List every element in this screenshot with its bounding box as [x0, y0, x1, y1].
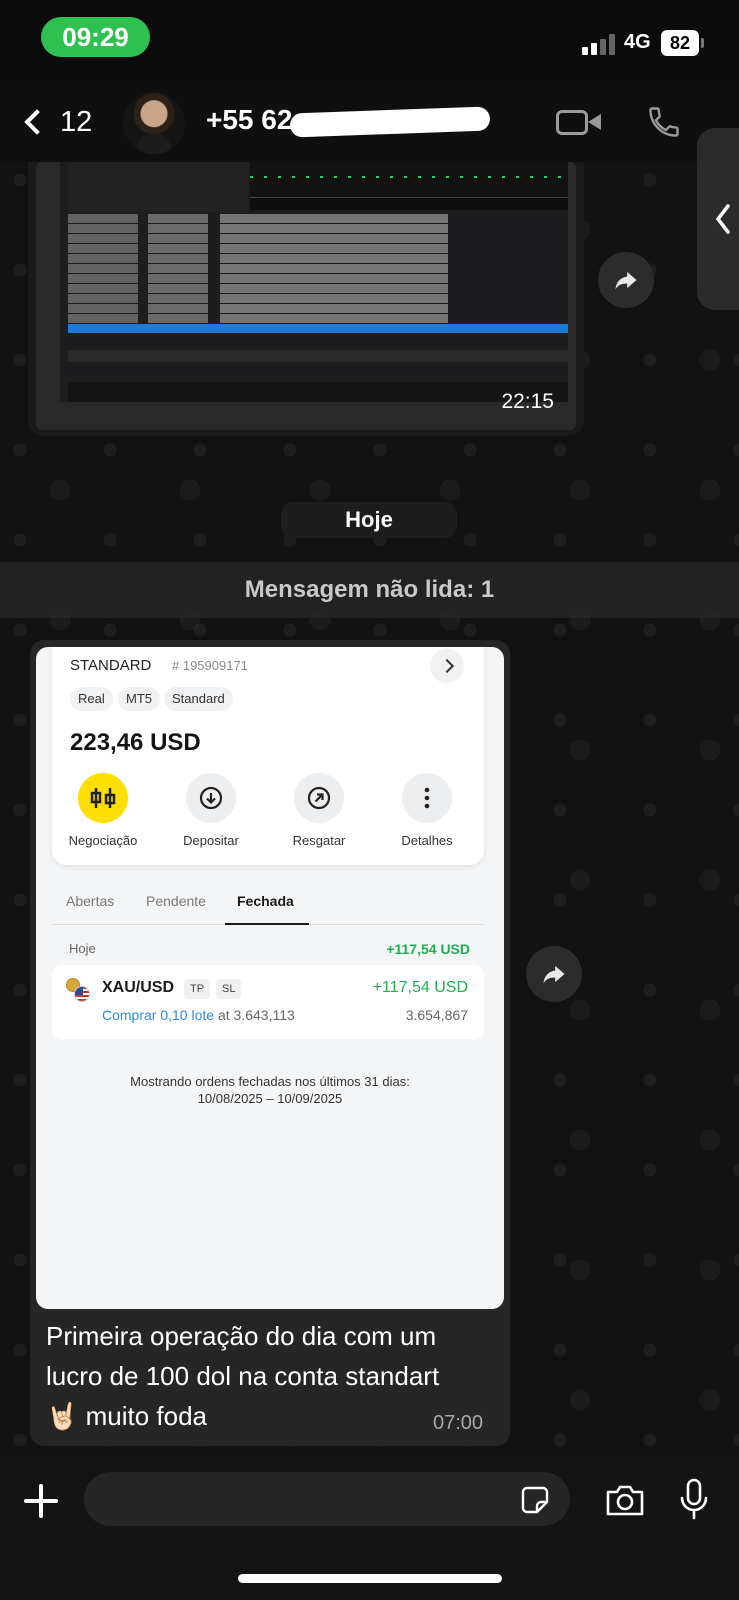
action-withdraw: Resgatar: [274, 773, 364, 848]
signal-icon: [582, 33, 618, 55]
footer-line-1: Mostrando ordens fechadas nos últimos 31…: [130, 1074, 410, 1089]
back-chevron-icon: [24, 109, 50, 135]
tab-pending: Pendente: [146, 893, 206, 909]
account-balance: 223,46 USD: [70, 729, 201, 756]
monitor-photo: [36, 162, 576, 430]
order-symbol: XAU/USD: [102, 979, 175, 996]
chip-tp: TP: [184, 979, 211, 999]
account-card: STANDARD # 195909171 Real MT5 Standard 2…: [52, 647, 484, 865]
action-deposit-label: Depositar: [183, 833, 239, 848]
photo-message[interactable]: 22:15: [28, 162, 584, 436]
candlestick-icon: [78, 773, 128, 823]
download-circle-icon: [186, 773, 236, 823]
gold-usd-flag-icon: [66, 978, 90, 1002]
more-vertical-icon: [402, 773, 452, 823]
arrow-up-right-icon: [294, 773, 344, 823]
sticker-icon[interactable]: [519, 1484, 551, 1516]
tab-open: Abertas: [66, 893, 115, 909]
trade-screenshot[interactable]: STANDARD # 195909171 Real MT5 Standard 2…: [36, 647, 504, 1309]
side-panel-handle[interactable]: [697, 128, 739, 310]
photo-timestamp: 22:15: [501, 390, 554, 413]
unread-count: 12: [60, 105, 93, 138]
group-total: +117,54 USD: [386, 941, 470, 957]
footer-line-2: 10/08/2025 – 10/09/2025: [197, 1091, 343, 1106]
order-side-text: Comprar 0,10 lote: [102, 1007, 215, 1023]
action-trade-label: Negociação: [68, 833, 138, 848]
battery-level: 82: [661, 30, 699, 56]
order-row: XAU/USD TP SL Comprar 0,10 lote at 3.643…: [52, 965, 484, 1039]
status-bar: 09:29 4G 82: [0, 0, 739, 80]
tag-mt5: MT5: [118, 687, 160, 711]
tag-standard: Standard: [164, 687, 233, 711]
order-tabs: Abertas Pendente Fechada: [52, 883, 484, 925]
video-call-icon[interactable]: [556, 107, 602, 137]
redaction-scribble: [289, 106, 491, 138]
contact-name[interactable]: +55 62: [206, 104, 292, 136]
forward-icon: [615, 271, 637, 290]
forward-icon: [543, 965, 565, 984]
forward-button[interactable]: [526, 946, 582, 1002]
phone-icon[interactable]: [646, 104, 682, 140]
action-details-label: Detalhes: [401, 833, 453, 848]
message-timestamp: 07:00: [433, 1412, 484, 1434]
chat-header: 12 +55 62: [0, 80, 739, 162]
orders-footer-note: Mostrando ordens fechadas nos últimos 31…: [56, 1073, 484, 1107]
unread-banner: Mensagem não lida: 1: [0, 562, 739, 618]
microphone-icon[interactable]: [678, 1478, 710, 1522]
account-number: # 195909171: [172, 658, 248, 673]
order-close-price: 3.654,867: [405, 1007, 468, 1023]
forward-button[interactable]: [598, 252, 654, 308]
chip-sl: SL: [216, 979, 242, 999]
tag-real: Real: [70, 687, 113, 711]
action-deposit: Depositar: [166, 773, 256, 848]
active-tab-underline: [225, 923, 309, 925]
home-indicator: [238, 1574, 502, 1583]
battery-icon: [701, 38, 704, 48]
message-caption: Primeira operação do dia com um lucro de…: [46, 1321, 440, 1431]
action-withdraw-label: Resgatar: [292, 833, 346, 848]
network-type: 4G: [624, 31, 651, 53]
action-trade: Negociação: [58, 773, 148, 848]
plus-icon[interactable]: [22, 1482, 60, 1520]
group-date: Hoje: [69, 941, 96, 956]
composer-bar: [0, 1456, 739, 1600]
chevron-left-icon: [715, 204, 730, 234]
tab-closed: Fechada: [237, 893, 294, 909]
chevron-right-icon: [430, 649, 464, 683]
order-side: Comprar 0,10 lote at 3.643,113: [102, 1007, 295, 1023]
message-input[interactable]: [84, 1472, 570, 1526]
back-button[interactable]: 12: [18, 100, 108, 144]
avatar[interactable]: [123, 92, 185, 154]
order-open-price: at 3.643,113: [217, 1007, 295, 1023]
action-details: Detalhes: [382, 773, 472, 848]
status-time: 09:29: [41, 17, 150, 57]
account-type: STANDARD: [70, 657, 152, 674]
order-pnl: +117,54 USD: [372, 979, 468, 996]
date-separator: Hoje: [281, 502, 457, 538]
camera-icon[interactable]: [604, 1482, 646, 1518]
